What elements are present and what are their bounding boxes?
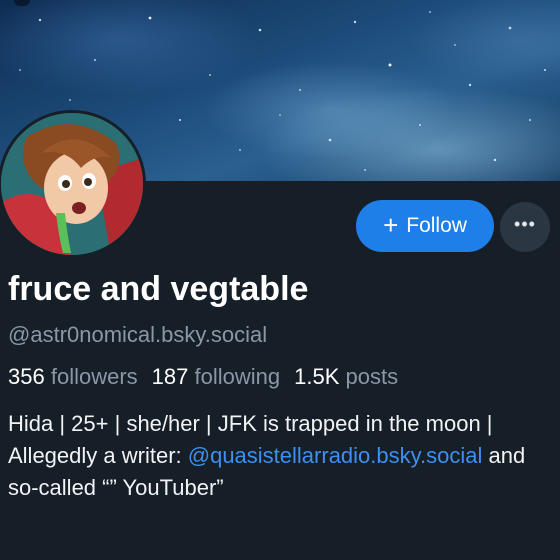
followers-count: 356: [8, 364, 45, 389]
avatar-illustration: [1, 113, 143, 255]
posts-count: 1.5K: [294, 364, 340, 389]
profile-stats: 356 followers 187 following 1.5K posts: [8, 364, 398, 390]
following-count: 187: [151, 364, 189, 389]
followers-stat[interactable]: 356 followers: [8, 364, 138, 389]
ellipsis-icon: •••: [514, 214, 536, 234]
posts-stat: 1.5K posts: [294, 364, 398, 389]
follow-label: Follow: [406, 214, 467, 237]
follow-button[interactable]: + Follow: [356, 200, 494, 252]
profile-bio: Hida | 25+ | she/her | JFK is trapped in…: [8, 408, 553, 504]
profile-handle: @astr0nomical.bsky.social: [8, 322, 268, 347]
avatar[interactable]: [0, 110, 146, 258]
following-label: following: [194, 364, 281, 389]
display-name: fruce and vegtable: [8, 270, 309, 308]
more-options-button[interactable]: •••: [500, 202, 550, 252]
posts-label: posts: [345, 364, 399, 389]
following-stat[interactable]: 187 following: [152, 364, 280, 389]
plus-icon: +: [383, 209, 399, 240]
followers-label: followers: [50, 364, 138, 389]
bio-mention-link[interactable]: @quasistellarradio.bsky.social: [188, 443, 483, 468]
